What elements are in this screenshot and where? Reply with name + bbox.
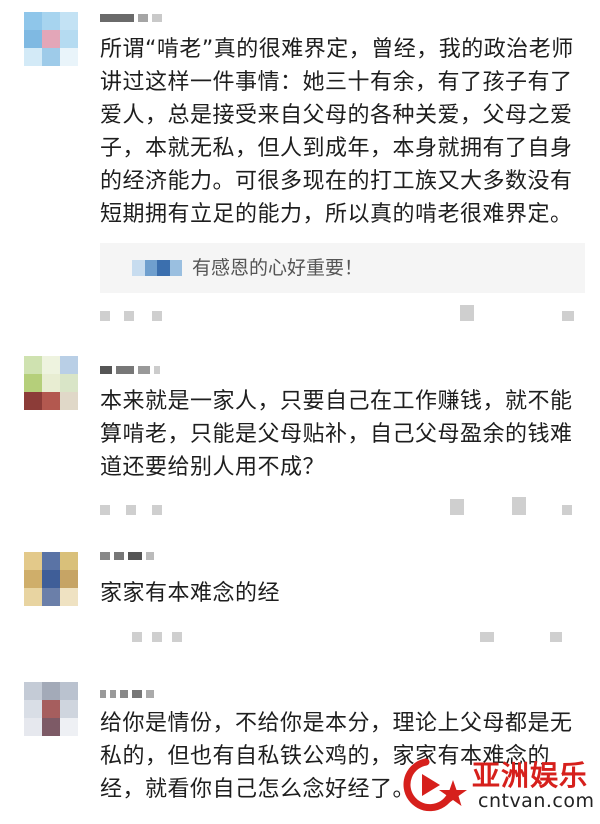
comment-meta-blurred (100, 497, 585, 517)
comment-text: 所谓“啃老”真的很难界定，曾经，我的政治老师讲过这样一件事情：她三十有余，有了孩… (100, 37, 574, 227)
comment-meta-blurred (100, 305, 585, 323)
avatar[interactable] (24, 552, 78, 606)
reply-box[interactable]: 有感恩的心好重要！ (100, 243, 585, 293)
username-blurred[interactable] (100, 690, 154, 698)
watermark-domain: cntvan.com (478, 790, 595, 812)
watermark-logo: 亚洲娱乐 cntvan.com (396, 752, 595, 816)
username-blurred[interactable] (100, 552, 154, 560)
comment-text: 家家有本难念的经 (100, 581, 281, 606)
play-star-logo-icon (403, 758, 467, 812)
avatar[interactable] (24, 356, 78, 410)
reply-text: 有感恩的心好重要！ (192, 257, 364, 279)
comment-meta-blurred (100, 632, 585, 644)
avatar[interactable] (24, 12, 78, 66)
username-blurred[interactable] (100, 14, 162, 22)
comment-text: 本来就是一家人，只要自己在工作赚钱，就不能算啃老，只能是父母贴补，自己父母盈余的… (100, 389, 573, 480)
watermark-name: 亚洲娱乐 (472, 759, 589, 792)
avatar[interactable] (24, 682, 78, 736)
reply-avatar-blurred (132, 260, 182, 276)
username-blurred[interactable] (100, 366, 160, 374)
